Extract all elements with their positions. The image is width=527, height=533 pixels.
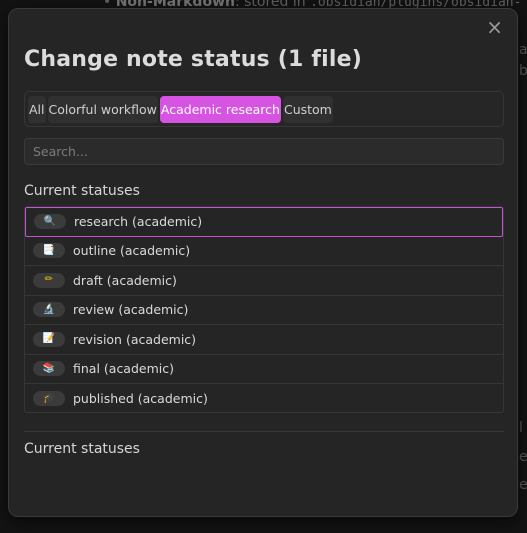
close-icon[interactable]: × [486, 17, 503, 37]
status-label: review (academic) [73, 302, 189, 318]
status-item-revision[interactable]: 📝 revision (academic) [25, 325, 503, 355]
status-label: draft (academic) [73, 272, 177, 288]
status-label: outline (academic) [73, 243, 191, 259]
tab-academic-research[interactable]: Academic research [159, 95, 281, 123]
status-item-draft[interactable]: ✏ draft (academic) [25, 266, 503, 296]
modal-title: Change note status (1 file) [24, 47, 362, 72]
graduation-cap-icon: 🎓 [33, 391, 65, 407]
bookmark-tabs-icon: 📑 [33, 243, 65, 259]
tab-all[interactable]: All [28, 95, 46, 123]
status-label: published (academic) [73, 391, 208, 407]
status-list: 🔍 research (academic) 📑 outline (academi… [24, 206, 504, 413]
status-item-research[interactable]: 🔍 research (academic) [25, 207, 503, 237]
status-item-final[interactable]: 📚 final (academic) [25, 355, 503, 384]
status-label: final (academic) [73, 361, 174, 377]
change-status-modal: × Change note status (1 file) All Colorf… [8, 8, 518, 517]
current-statuses-heading-secondary: Current statuses [24, 441, 140, 457]
memo-icon: 📝 [33, 331, 65, 347]
status-label: revision (academic) [73, 331, 197, 347]
status-item-review[interactable]: 🔬 review (academic) [25, 296, 503, 325]
status-item-outline[interactable]: 📑 outline (academic) [25, 237, 503, 266]
books-icon: 📚 [33, 361, 65, 377]
pencil-icon: ✏ [33, 272, 65, 288]
search-input[interactable] [24, 138, 504, 165]
current-statuses-heading: Current statuses [24, 183, 140, 199]
tab-custom[interactable]: Custom [282, 95, 333, 123]
microscope-icon: 🔬 [33, 302, 65, 318]
tab-colorful-workflow[interactable]: Colorful workflow [47, 95, 158, 123]
section-divider [24, 431, 504, 432]
status-item-published[interactable]: 🎓 published (academic) [25, 384, 503, 412]
magnifier-icon: 🔍 [34, 214, 66, 230]
template-filter-tabs: All Colorful workflow Academic research … [24, 91, 504, 127]
status-label: research (academic) [74, 214, 203, 230]
